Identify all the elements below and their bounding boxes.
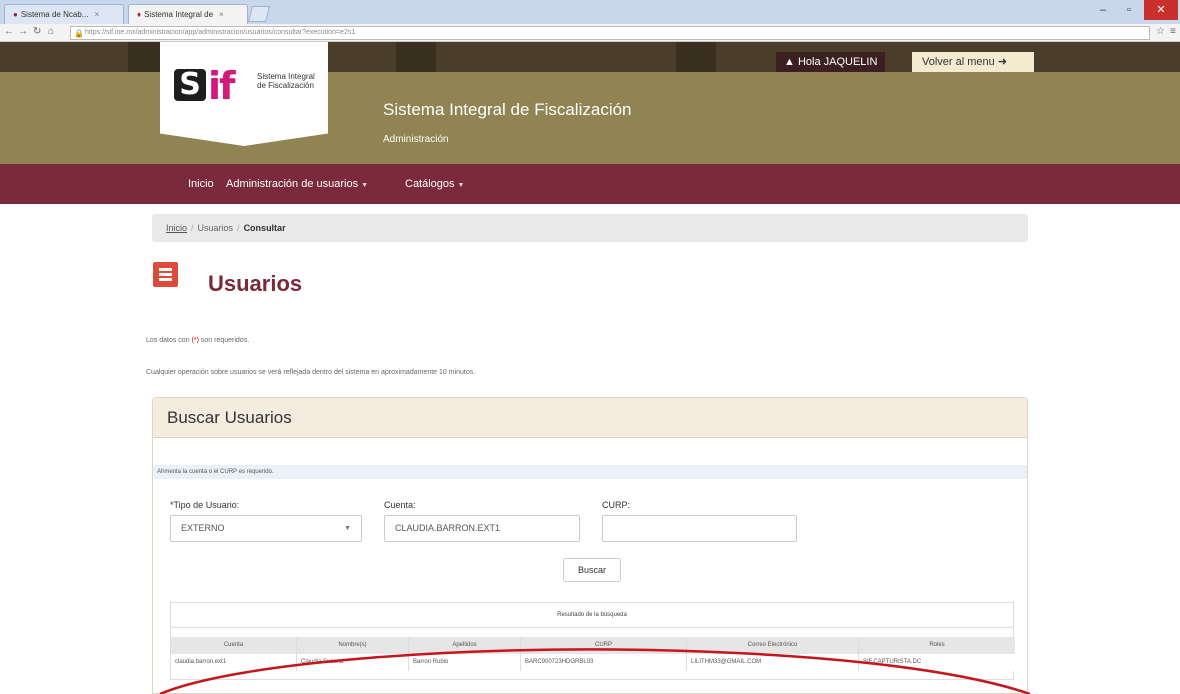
strip-decoration: [676, 42, 716, 72]
search-panel: Buscar Usuarios Ahmenta la cuenta o el C…: [152, 397, 1028, 694]
search-button[interactable]: Buscar: [563, 558, 621, 582]
sif-logo[interactable]: S if Sistema Integral de Fiscalización: [160, 42, 328, 146]
reload-icon[interactable]: ↻: [33, 26, 41, 37]
table-cell-email: LILITHM33@GMAIL.COM: [687, 654, 859, 671]
page-title: Usuarios: [208, 271, 303, 296]
new-tab-button[interactable]: [247, 6, 271, 22]
required-fields-note: Los datos con (*) son requeridos.: [146, 337, 249, 344]
note-text: son requeridos.: [200, 337, 250, 344]
results-table: Resultado de la búsqueda Cuenta Nombre(s…: [170, 602, 1015, 680]
browser-tab-strip: ● Sistema de Ncab... × ♦ Sistema Integral d…: [0, 0, 1180, 24]
tipo-usuario-select[interactable]: EXTERNO ▼: [170, 515, 362, 542]
url-text: https://sif.ine.mx/administracion/app/ad…: [85, 29, 356, 36]
column-header: Apellidos: [409, 637, 521, 654]
browser-menu-icon[interactable]: ≡: [1170, 26, 1176, 37]
tipo-usuario-value: EXTERNO: [181, 523, 225, 533]
back-icon[interactable]: ←: [4, 26, 14, 37]
favicon-icon: ♦: [137, 10, 142, 19]
panel-title: Buscar Usuarios: [153, 398, 1027, 438]
cuenta-label: Cuenta:: [384, 500, 416, 510]
nav-label: Administración de usuarios: [226, 178, 359, 190]
column-header: Nombre(s): [297, 637, 409, 654]
column-header: Roles: [859, 637, 1015, 654]
nav-administracion-usuarios[interactable]: Administración de usuarios ▼: [226, 164, 368, 204]
site-subtitle: Administración: [383, 134, 449, 145]
logo-text: Sistema Integral de Fiscalización: [257, 72, 315, 90]
forward-icon[interactable]: →: [18, 26, 28, 37]
maximize-button[interactable]: ▫: [1116, 0, 1142, 20]
curp-label: CURP:: [602, 500, 631, 510]
tab-title: Sistema de Ncab...: [20, 10, 89, 19]
chevron-down-icon: ▼: [344, 525, 351, 532]
close-tab-icon[interactable]: ×: [219, 10, 224, 19]
table-cell-roles: SIF.CAPTURISTA.DC: [859, 654, 1015, 671]
cuenta-input[interactable]: CLAUDIA.BARRON.EXT1: [384, 515, 580, 542]
note-text: Los datos con: [146, 337, 190, 344]
column-header: Cuenta: [171, 637, 297, 654]
info-message: Ahmenta la cuenta o el CURP es requerido…: [153, 465, 1027, 479]
back-to-menu-link[interactable]: Volver al menu ➜: [912, 52, 1034, 72]
user-icon: ▲: [784, 56, 798, 68]
column-header: CURP: [521, 637, 687, 654]
logo-if-mark: if: [208, 64, 236, 108]
table-cell-cuenta[interactable]: claudia.barron.ext1: [171, 654, 297, 671]
user-greeting-text: Hola JAQUELIN: [797, 56, 878, 68]
required-mark: (*): [191, 337, 199, 344]
sign-in-icon: ➜: [994, 56, 1008, 68]
breadcrumb-home[interactable]: Inicio: [166, 223, 187, 233]
nav-inicio[interactable]: Inicio: [188, 164, 214, 204]
main-navbar: Inicio Administración de usuarios ▼ Catál…: [0, 164, 1180, 204]
breadcrumb-separator: /: [237, 223, 240, 233]
home-icon[interactable]: ⌂: [48, 26, 54, 37]
nav-catalogos[interactable]: Catálogos ▼: [405, 164, 464, 204]
chevron-down-icon: ▼: [361, 182, 369, 189]
breadcrumb: Inicio / Usuarios / Consultar: [152, 214, 1028, 242]
lock-icon: 🔒: [74, 29, 84, 38]
strip-decoration: [396, 42, 436, 72]
minimize-button[interactable]: –: [1090, 0, 1116, 20]
back-to-menu-text: Volver al menu: [922, 56, 995, 68]
chevron-down-icon: ▼: [457, 182, 465, 189]
column-header: Correo Electrónico: [687, 637, 859, 654]
tipo-usuario-label: *Tipo de Usuario:: [170, 500, 240, 510]
bookmark-star-icon[interactable]: ☆: [1156, 26, 1165, 37]
table-cell-apellidos: Barron Rubio: [409, 654, 521, 671]
operation-note: Cualquier operación sobre usuarios se ve…: [146, 369, 476, 376]
close-window-button[interactable]: ✕: [1144, 0, 1178, 20]
favicon-icon: ●: [13, 10, 18, 19]
curp-input[interactable]: [602, 515, 797, 542]
browser-tab-1[interactable]: ● Sistema de Ncab... ×: [4, 4, 124, 24]
user-greeting[interactable]: ▲ Hola JAQUELIN: [776, 52, 886, 72]
site-header: S if Sistema Integral de Fiscalización ▲…: [0, 42, 1180, 164]
logo-s-mark: S: [174, 69, 206, 101]
breadcrumb-separator: /: [191, 223, 194, 233]
breadcrumb-current: Consultar: [243, 223, 286, 233]
browser-toolbar: ← → ↻ ⌂ 🔒 https://sif.ine.mx/administraci…: [0, 24, 1180, 42]
close-tab-icon[interactable]: ×: [94, 10, 99, 19]
address-bar[interactable]: 🔒 https://sif.ine.mx/administracion/app/a…: [70, 26, 1150, 40]
results-caption: Resultado de la búsqueda: [171, 603, 1013, 628]
table-cell-nombre: Claudia Susana: [297, 654, 409, 671]
list-icon: [153, 262, 178, 287]
tab-title: Sistema Integral de: [144, 10, 214, 19]
breadcrumb-usuarios[interactable]: Usuarios: [198, 223, 234, 233]
browser-tab-2[interactable]: ♦ Sistema Integral de ×: [128, 4, 248, 24]
site-title: Sistema Integral de Fiscalización: [383, 100, 632, 119]
table-cell-curp: BARC900723HDGRBL03: [521, 654, 687, 671]
nav-label: Catálogos: [405, 178, 455, 190]
